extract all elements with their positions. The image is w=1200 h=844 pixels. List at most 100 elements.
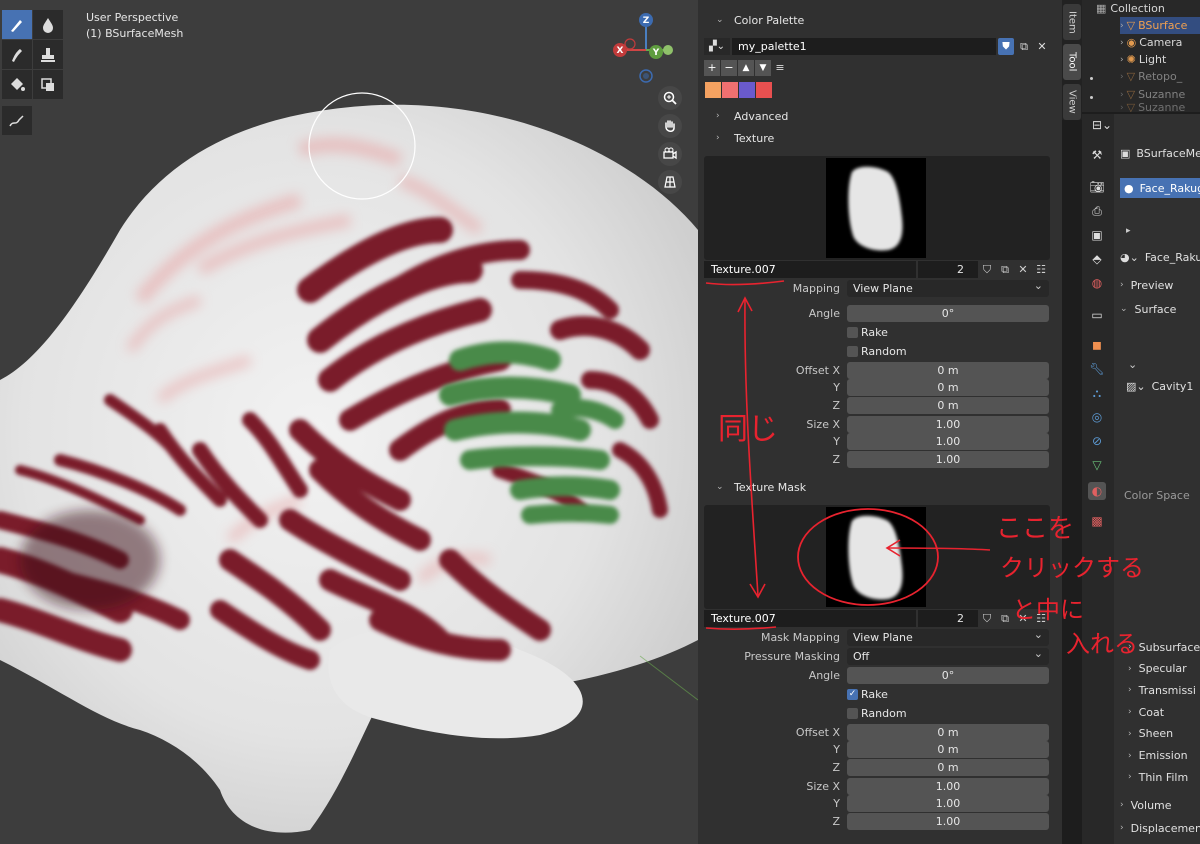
move-down-button[interactable]: ▼ (755, 60, 771, 76)
collection-tab-icon[interactable]: ▭ (1088, 306, 1106, 324)
render-tab-icon[interactable]: 📷︎ (1088, 178, 1106, 196)
outliner-camera[interactable]: › ◉ Camera (1120, 34, 1182, 51)
mask-size-z-field[interactable]: 1.00 (847, 813, 1049, 830)
duplicate-icon[interactable]: ⧉ (998, 612, 1012, 626)
clone-tool[interactable] (33, 40, 63, 69)
outliner-suzanne[interactable]: › ▽ Suzanne (1120, 86, 1185, 103)
mask-offset-z-field[interactable]: 0 m (847, 759, 1049, 776)
duplicate-icon[interactable]: ⧉ (998, 263, 1012, 277)
mask-texture-name-field[interactable]: Texture.007 (704, 610, 916, 627)
outliner-light[interactable]: › ✺ Light (1120, 51, 1166, 68)
texture-name-field[interactable]: Texture.007 (704, 261, 916, 278)
scene-tab-icon[interactable]: ⬘ (1088, 250, 1106, 268)
3d-viewport[interactable]: User Perspective (1) BSurfaceMesh Z X Y (0, 0, 698, 844)
preview-panel-header[interactable]: › Preview (1120, 276, 1173, 294)
mask-random-checkbox[interactable]: Random (847, 705, 907, 722)
outliner-collection[interactable]: ▦ Collection (1096, 0, 1165, 17)
subsection-header[interactable]: › Coat (1128, 703, 1164, 721)
sort-button[interactable]: ≡ (772, 60, 788, 76)
annotate-tool[interactable] (2, 106, 32, 135)
object-tab-icon[interactable]: ◼ (1088, 336, 1106, 354)
palette-swatch[interactable] (705, 82, 721, 98)
subsection-header[interactable]: › Specular (1128, 660, 1187, 678)
subsection-header[interactable]: › Emission (1128, 747, 1188, 765)
mapping-dropdown[interactable]: View Plane (847, 277, 1049, 297)
physics-tab-icon[interactable]: ◎ (1088, 408, 1106, 426)
fake-user-icon[interactable]: ⛉ (980, 263, 994, 277)
fill-bucket-tool[interactable] (2, 70, 32, 99)
volume-panel-header[interactable]: › Volume (1120, 796, 1172, 814)
mask-offset-x-field[interactable]: 0 m (847, 724, 1049, 741)
draw-brush-tool[interactable] (2, 10, 32, 39)
texture-header[interactable]: › Texture (700, 128, 774, 148)
duplicate-palette-button[interactable]: ⧉ (1016, 38, 1032, 55)
fill-tool[interactable] (33, 10, 63, 39)
mask-texture-users-count[interactable]: 2 (918, 610, 978, 627)
color-palette-header[interactable]: ⌄ Color Palette (700, 10, 804, 30)
mask-offset-y-field[interactable]: 0 m (847, 741, 1049, 758)
camera-view-button[interactable] (658, 142, 682, 166)
smear-tool[interactable] (2, 40, 32, 69)
palette-swatch[interactable] (739, 82, 755, 98)
material-tab-icon[interactable]: ◐ (1088, 482, 1106, 500)
texture-preview-image[interactable] (826, 158, 926, 258)
close-icon[interactable]: ✕ (1016, 263, 1030, 277)
fake-user-button[interactable]: ⛊ (998, 38, 1014, 55)
world-tab-icon[interactable]: ◍ (1088, 274, 1106, 292)
move-up-button[interactable]: ▲ (738, 60, 754, 76)
modifier-tab-icon[interactable]: 🔧︎ (1088, 360, 1106, 378)
tab-tool[interactable]: Tool (1063, 44, 1081, 80)
mask-size-x-field[interactable]: 1.00 (847, 778, 1049, 795)
outliner-retopo[interactable]: › ▽ Retopo_ (1120, 68, 1182, 85)
outliner-bsurface[interactable]: › ▽ BSurface (1120, 17, 1200, 34)
toggle-icon[interactable]: ☷ (1034, 263, 1048, 277)
editor-type-icon[interactable]: ⊟⌄ (1092, 118, 1112, 132)
subsection-header[interactable]: › Subsurface (1128, 638, 1200, 656)
advanced-header[interactable]: › Advanced (700, 106, 788, 126)
perspective-toggle-button[interactable] (658, 170, 682, 194)
offset-y-field[interactable]: 0 m (847, 379, 1049, 396)
subsection-header[interactable]: › Transmissi (1128, 681, 1196, 699)
texture-tab-icon[interactable]: ▩ (1088, 512, 1106, 530)
fake-user-icon[interactable]: ⛉ (980, 612, 994, 626)
texture-mask-header[interactable]: ⌄ Texture Mask (700, 477, 806, 497)
displacement-panel-header[interactable]: › Displacement (1120, 819, 1200, 837)
navigation-gizmo[interactable]: Z X Y (606, 10, 686, 88)
palette-swatch[interactable] (756, 82, 772, 98)
data-tab-icon[interactable]: ▽ (1088, 456, 1106, 474)
size-x-field[interactable]: 1.00 (847, 416, 1049, 433)
mask-size-y-field[interactable]: 1.00 (847, 795, 1049, 812)
angle-field[interactable]: 0° (847, 305, 1049, 322)
subsection-header[interactable]: › Thin Film (1128, 768, 1188, 786)
surface-panel-header[interactable]: ⌄ Surface (1120, 300, 1176, 318)
chevron-down-icon[interactable]: ⌄ (1128, 358, 1137, 371)
rake-checkbox[interactable]: Rake (847, 324, 888, 341)
output-tab-icon[interactable]: ⎙ (1088, 202, 1106, 220)
random-checkbox[interactable]: Random (847, 343, 907, 360)
mask-tool[interactable] (33, 70, 63, 99)
remove-color-button[interactable]: − (721, 60, 737, 76)
size-z-field[interactable]: 1.00 (847, 451, 1049, 468)
palette-name-field[interactable]: my_palette1 (732, 38, 996, 55)
view-layer-tab-icon[interactable]: ▣ (1088, 226, 1106, 244)
mask-preview-image[interactable] (826, 507, 926, 607)
constraints-tab-icon[interactable]: ⊘ (1088, 432, 1106, 450)
palette-browse-button[interactable]: ▞⌄ (704, 38, 730, 55)
tab-item[interactable]: Item (1063, 4, 1081, 40)
unlink-palette-button[interactable]: ✕ (1034, 38, 1050, 55)
offset-z-field[interactable]: 0 m (847, 397, 1049, 414)
pressure-masking-dropdown[interactable]: Off (847, 645, 1049, 665)
mask-mapping-dropdown[interactable]: View Plane (847, 626, 1049, 646)
pan-button[interactable] (658, 114, 682, 138)
mask-rake-checkbox[interactable]: Rake (847, 686, 888, 703)
image-texture-selector[interactable]: ▨⌄ Cavity1 (1126, 377, 1193, 395)
material-slot-selected[interactable]: ● Face_Rakug (1120, 178, 1200, 198)
mask-angle-field[interactable]: 0° (847, 667, 1049, 684)
material-selector[interactable]: ◕⌄ Face_Raku (1120, 248, 1200, 266)
palette-swatch[interactable] (722, 82, 738, 98)
texture-users-count[interactable]: 2 (918, 261, 978, 278)
texture-preview-box[interactable] (704, 156, 1050, 260)
size-y-field[interactable]: 1.00 (847, 433, 1049, 450)
add-color-button[interactable]: + (704, 60, 720, 76)
subsection-header[interactable]: › Sheen (1128, 725, 1173, 743)
